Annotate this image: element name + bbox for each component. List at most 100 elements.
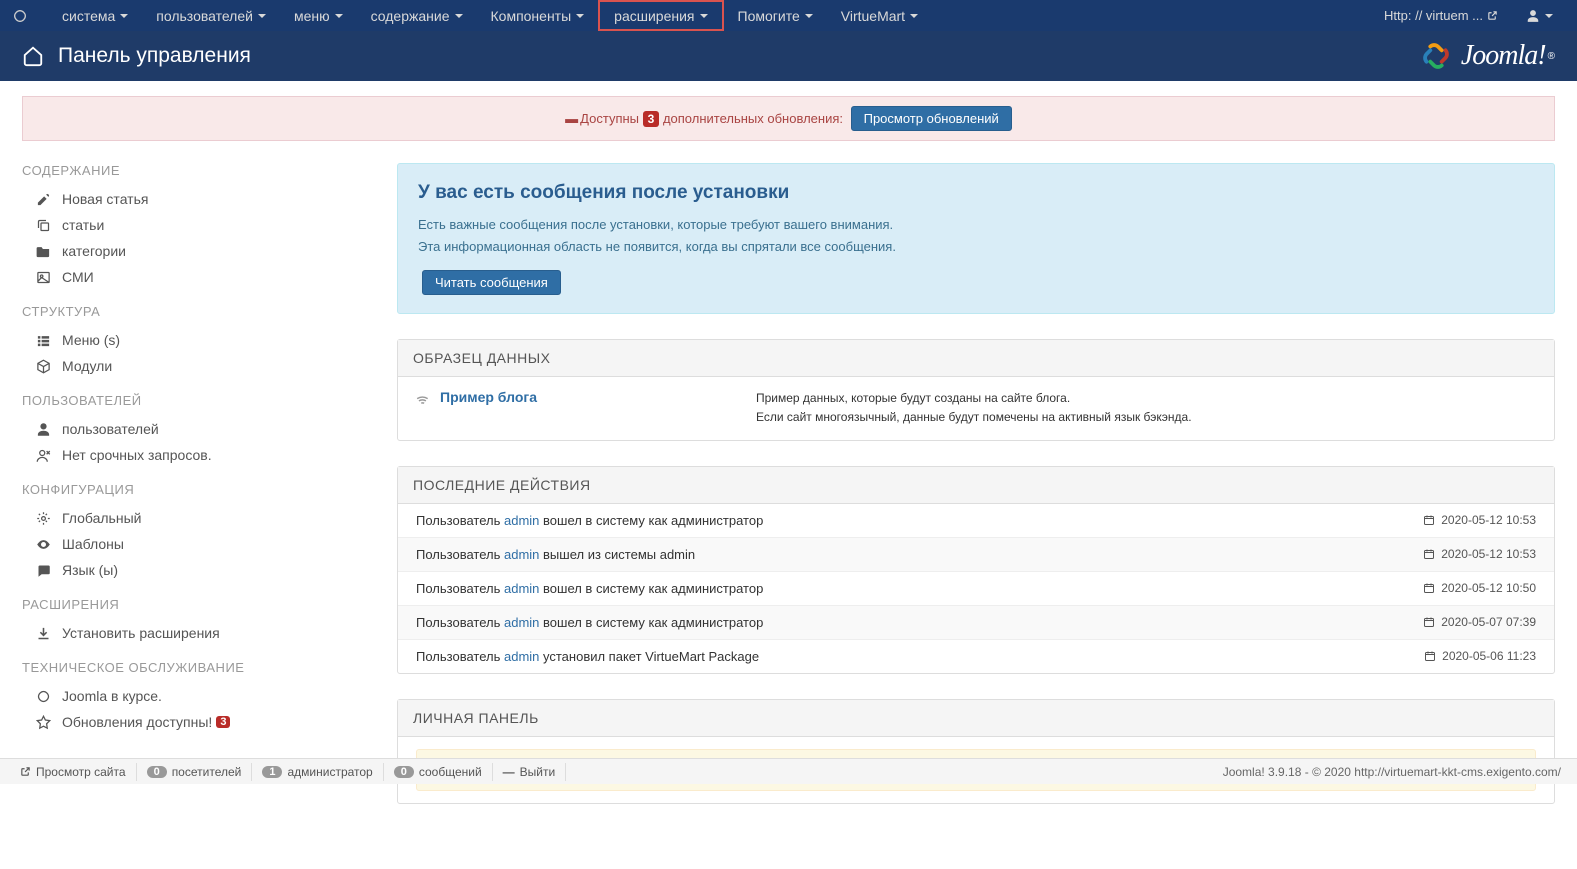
navbar-item-пользователей[interactable]: пользователей: [142, 0, 280, 31]
action-row: Пользователь admin установил пакет Virtu…: [398, 639, 1554, 673]
admins-badge: 1: [262, 766, 282, 778]
brand-text: Joomla!: [1461, 40, 1546, 72]
sample-row: Пример блога Пример данных, которые буду…: [398, 377, 1554, 439]
download-icon: [34, 626, 52, 641]
sidebar-section-title: ТЕХНИЧЕСКОЕ ОБСЛУЖИВАНИЕ: [22, 660, 377, 675]
messages-badge: 0: [394, 766, 414, 778]
calendar-icon: [1423, 548, 1435, 560]
external-link-icon: [1487, 10, 1498, 22]
navbar-right: Http: // virtuem ...: [1370, 0, 1567, 31]
cube-icon: [34, 359, 52, 374]
navbar-item-система[interactable]: система: [48, 0, 142, 31]
view-updates-button[interactable]: Просмотр обновлений: [851, 106, 1012, 131]
sidebar-item[interactable]: Модули: [22, 353, 377, 379]
sidebar-item-label: статьи: [62, 217, 104, 233]
messages-label: сообщений: [419, 765, 482, 779]
sidebar-item-label: СМИ: [62, 269, 94, 285]
calendar-icon: [1424, 650, 1436, 662]
sidebar-item-label: Нет срочных запросов.: [62, 447, 212, 463]
joomla-icon[interactable]: [10, 6, 30, 26]
chevron-down-icon: [576, 14, 584, 18]
status-bar: Просмотр сайта 0 посетителей 1 администр…: [0, 758, 1577, 784]
user-link[interactable]: admin: [504, 649, 539, 664]
sidebar-item-label: Глобальный: [62, 510, 141, 526]
info-line2: Эта информационная область не появится, …: [418, 236, 1534, 258]
sidebar-item[interactable]: пользователей: [22, 416, 377, 442]
top-navbar: система пользователей меню содержание Компон…: [0, 0, 1577, 31]
navbar-item-label: система: [62, 8, 115, 24]
sidebar-section-title: ПОЛЬЗОВАТЕЛЕЙ: [22, 393, 377, 408]
calendar-icon: [1423, 582, 1435, 594]
sidebar-item[interactable]: категории: [22, 238, 377, 264]
pencil-icon: [34, 192, 52, 207]
sidebar-item[interactable]: Обновления доступны!3: [22, 709, 377, 735]
action-row: Пользователь admin вышел из системы admi…: [398, 537, 1554, 571]
main-content: У вас есть сообщения после установки Ест…: [397, 163, 1555, 829]
navbar-item-label: Компоненты: [491, 8, 572, 24]
action-text: Пользователь admin вошел в систему как а…: [416, 581, 1423, 596]
site-link[interactable]: Http: // virtuem ...: [1370, 0, 1512, 31]
sidebar-item-label: категории: [62, 243, 126, 259]
chevron-down-icon: [455, 14, 463, 18]
sidebar-item[interactable]: Глобальный: [22, 505, 377, 531]
sidebar-item[interactable]: Новая статья: [22, 186, 377, 212]
admins-status[interactable]: 1 администратор: [252, 763, 383, 781]
navbar-item-label: расширения: [614, 8, 694, 24]
external-link-icon: [20, 766, 31, 777]
visitors-label: посетителей: [172, 765, 242, 779]
view-site-link[interactable]: Просмотр сайта: [10, 763, 137, 781]
sidebar-item-label: Обновления доступны!: [62, 714, 212, 730]
action-text: Пользователь admin установил пакет Virtu…: [416, 649, 1424, 664]
navbar-item-расширения[interactable]: расширения: [598, 0, 723, 31]
chevron-down-icon: [120, 14, 128, 18]
visitors-status[interactable]: 0 посетителей: [137, 763, 253, 781]
panel-heading: ПОСЛЕДНИЕ ДЕЙСТВИЯ: [398, 467, 1554, 504]
sample-blog-link[interactable]: Пример блога: [440, 389, 537, 405]
trademark-icon: ®: [1548, 51, 1555, 62]
user-icon: [1526, 9, 1540, 23]
sidebar-item[interactable]: Язык (ы): [22, 557, 377, 583]
chevron-down-icon: [258, 14, 266, 18]
sidebar-item[interactable]: СМИ: [22, 264, 377, 290]
nouser-icon: [34, 448, 52, 463]
user-menu[interactable]: [1512, 0, 1567, 31]
list-icon: [34, 333, 52, 348]
page-header: Панель управления Joomla! ®: [0, 31, 1577, 81]
rss-icon: [416, 389, 430, 405]
navbar-item-меню[interactable]: меню: [280, 0, 357, 31]
footer-text: Joomla! 3.9.18 - © 2020 http://virtuemar…: [1223, 765, 1567, 779]
sidebar-item[interactable]: Шаблоны: [22, 531, 377, 557]
sidebar-section-title: СОДЕРЖАНИЕ: [22, 163, 377, 178]
action-text: Пользователь admin вошел в систему как а…: [416, 615, 1423, 630]
brand-area[interactable]: Joomla! ®: [1417, 37, 1555, 75]
sample-data-panel: ОБРАЗЕЦ ДАННЫХ Пример блога Пример данны…: [397, 339, 1555, 440]
sidebar-item[interactable]: Нет срочных запросов.: [22, 442, 377, 468]
user-link[interactable]: admin: [504, 615, 539, 630]
navbar-menu: система пользователей меню содержание Компон…: [48, 0, 1370, 31]
sidebar-item[interactable]: Joomla в курсе.: [22, 683, 377, 709]
navbar-item-Компоненты[interactable]: Компоненты: [477, 0, 599, 31]
navbar-item-Помогите[interactable]: Помогите: [724, 0, 827, 31]
copy-icon: [34, 218, 52, 233]
info-title: У вас есть сообщения после установки: [418, 182, 1534, 204]
user-link[interactable]: admin: [504, 547, 539, 562]
navbar-item-содержание[interactable]: содержание: [357, 0, 477, 31]
messages-status[interactable]: 0 сообщений: [384, 763, 493, 781]
navbar-item-label: пользователей: [156, 8, 253, 24]
user-link[interactable]: admin: [504, 513, 539, 528]
navbar-item-label: содержание: [371, 8, 450, 24]
sidebar-item[interactable]: Установить расширения: [22, 620, 377, 646]
sidebar-item[interactable]: Меню (s): [22, 327, 377, 353]
folder-icon: [34, 244, 52, 259]
read-messages-button[interactable]: Читать сообщения: [422, 270, 561, 295]
action-date: 2020-05-12 10:53: [1423, 513, 1536, 527]
panel-heading: ОБРАЗЕЦ ДАННЫХ: [398, 340, 1554, 377]
visitors-badge: 0: [147, 766, 167, 778]
sidebar-item-label: Joomla в курсе.: [62, 688, 162, 704]
sample-description: Пример данных, которые будут созданы на …: [756, 389, 1192, 427]
star-icon: [34, 715, 52, 730]
sidebar-item[interactable]: статьи: [22, 212, 377, 238]
user-link[interactable]: admin: [504, 581, 539, 596]
navbar-item-VirtueMart[interactable]: VirtueMart: [827, 0, 932, 31]
logout-link[interactable]: — Выйти: [493, 763, 567, 781]
